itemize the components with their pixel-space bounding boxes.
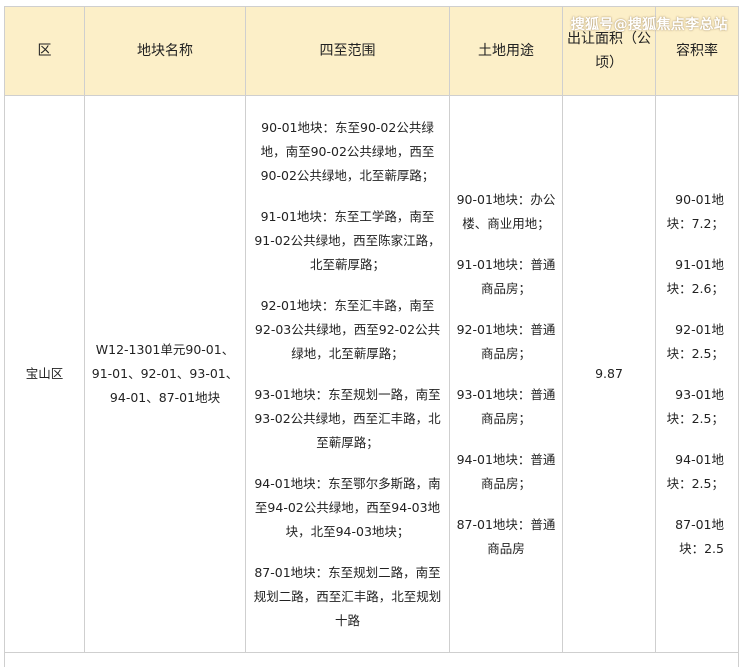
boundary-item: 94-01地块：东至鄂尔多斯路，南至94-02公共绿地，西至94-03地块，北至… <box>252 472 443 544</box>
watermark: 搜狐号@搜狐焦点李总站 <box>571 14 728 34</box>
cell-boundaries: 90-01地块：东至90-02公共绿地，南至90-02公共绿地，西至90-02公… <box>246 96 450 653</box>
far-item: 92-01地块：2.5； <box>662 318 724 366</box>
far-item: 94-01地块：2.5； <box>662 448 724 496</box>
cell-land-use: 90-01地块：办公楼、商业用地； 91-01地块：普通商品房； 92-01地块… <box>450 96 563 653</box>
header-plot-name: 地块名称 <box>85 7 246 96</box>
far-item: 87-01地块：2.5 <box>662 513 724 561</box>
far-item: 91-01地块：2.6； <box>662 253 724 301</box>
boundary-item: 87-01地块：东至规划二路，南至规划二路，西至汇丰路，北至规划十路 <box>252 561 443 633</box>
land-use-item: 92-01地块：普通商品房； <box>456 318 556 366</box>
land-use-item: 93-01地块：普通商品房； <box>456 383 556 431</box>
boundary-item: 92-01地块：东至汇丰路，南至92-03公共绿地，西至92-02公共绿地，北至… <box>252 294 443 366</box>
land-use-item: 91-01地块：普通商品房； <box>456 253 556 301</box>
land-parcel-table-wrapper: 区 地块名称 四至范围 土地用途 出让面积（公顷） 容积率 宝山区 W12-13… <box>4 6 738 666</box>
land-use-item: 94-01地块：普通商品房； <box>456 448 556 496</box>
boundary-item: 93-01地块：东至规划一路，南至93-02公共绿地，西至汇丰路，北至蕲厚路； <box>252 383 443 455</box>
cell-area: 9.87 <box>563 96 656 653</box>
land-use-item: 87-01地块：普通商品房 <box>456 513 556 561</box>
empty-cell <box>5 653 739 667</box>
table-row-empty <box>5 653 739 667</box>
cell-far: 90-01地块：7.2； 91-01地块：2.6； 92-01地块：2.5； 9… <box>656 96 739 653</box>
table-row: 宝山区 W12-1301单元90-01、91-01、92-01、93-01、94… <box>5 96 739 653</box>
header-land-use: 土地用途 <box>450 7 563 96</box>
header-boundaries: 四至范围 <box>246 7 450 96</box>
boundary-item: 90-01地块：东至90-02公共绿地，南至90-02公共绿地，西至90-02公… <box>252 116 443 188</box>
header-district: 区 <box>5 7 85 96</box>
boundary-item: 91-01地块：东至工学路，南至91-02公共绿地，西至陈家江路，北至蕲厚路； <box>252 205 443 277</box>
far-item: 93-01地块：2.5； <box>662 383 724 431</box>
cell-district: 宝山区 <box>5 96 85 653</box>
land-parcel-table: 区 地块名称 四至范围 土地用途 出让面积（公顷） 容积率 宝山区 W12-13… <box>4 6 739 667</box>
land-use-item: 90-01地块：办公楼、商业用地； <box>456 188 556 236</box>
cell-plot-name: W12-1301单元90-01、91-01、92-01、93-01、94-01、… <box>85 96 246 653</box>
far-item: 90-01地块：7.2； <box>662 188 724 236</box>
